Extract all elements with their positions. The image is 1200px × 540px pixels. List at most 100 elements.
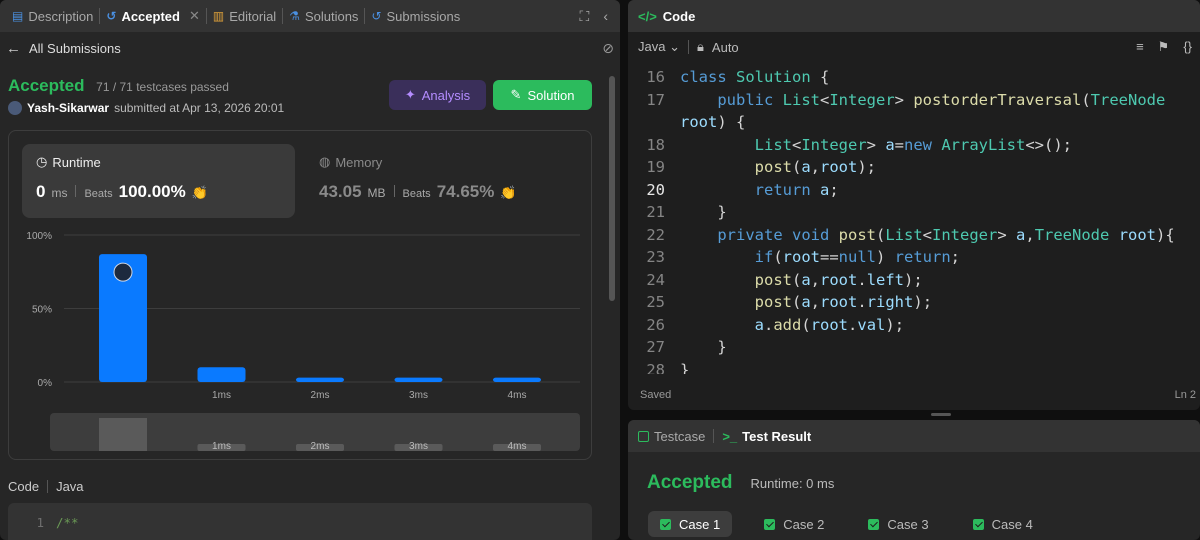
code-text: } (680, 359, 689, 375)
code-token: . (848, 315, 858, 334)
tab-code[interactable]: Code (663, 9, 696, 24)
submitted-code-preview[interactable]: 1 /** (8, 503, 592, 540)
case-tab-2[interactable]: Case 2 (752, 511, 836, 537)
case-tab-1[interactable]: Case 1 (648, 511, 733, 537)
code-token: a (885, 135, 895, 154)
code-token: <>(); (1025, 135, 1073, 154)
analysis-button[interactable]: ✦ Analysis (389, 80, 486, 110)
line-number: 25 (646, 293, 665, 311)
y-tick-label: 0% (38, 378, 53, 389)
checkbox-icon (638, 430, 649, 442)
code-tab-bar: </> Code (628, 0, 1200, 32)
runtime-value: 0 (36, 182, 46, 201)
maximize-icon[interactable]: ⛶ (580, 8, 590, 25)
divider (47, 480, 49, 493)
bar (493, 377, 541, 382)
scrollbar[interactable] (609, 76, 615, 301)
code-line: 20 return a; (628, 179, 1200, 202)
tab-test-result[interactable]: >_ Test Result (722, 429, 811, 444)
code-token: root (820, 293, 858, 311)
test-tab-bar: Testcase >_ Test Result (628, 420, 1200, 452)
cursor-position: Ln 2 (1174, 389, 1196, 401)
memory-tile[interactable]: ◍ Memory 43.05 MB Beats 74.65% 👏 (309, 144, 569, 218)
tab-submissions[interactable]: ↺ Submissions (365, 0, 466, 32)
chevron-left-icon[interactable]: ‹ (603, 8, 608, 25)
editor-toolbar: Java ⌄ 🔒︎ Auto ≡ ⚑ {} (628, 32, 1200, 62)
code-token: postorderTraversal (913, 90, 1082, 109)
language-select[interactable]: Java ⌄ (638, 39, 680, 55)
case-tab-3[interactable]: Case 3 (856, 511, 940, 537)
memory-label: ◍ Memory (319, 154, 383, 170)
code-line: 22 private void post(List<Integer> a,Tre… (628, 224, 1200, 247)
code-token: < (922, 225, 932, 244)
clock-icon: ◷ (36, 154, 48, 169)
code-text: public List<Integer> postorderTraversal(… (680, 89, 1165, 112)
tab-editorial[interactable]: ▥ Editorial (207, 0, 282, 32)
tab-solutions[interactable]: ⚗ Solutions (283, 0, 364, 32)
bar (296, 377, 344, 382)
x-tick-label: 3ms (409, 390, 428, 401)
tab-description[interactable]: ▤ Description (6, 0, 99, 32)
solution-button[interactable]: ✎ Solution (493, 80, 592, 110)
line-number: 23 (646, 248, 665, 266)
code-line: 26 a.add(root.val); (628, 314, 1200, 337)
code-token: , (1025, 225, 1035, 244)
bar (197, 367, 246, 382)
memory-row: 43.05 MB Beats 74.65% 👏 (319, 182, 559, 202)
code-token: public (717, 90, 783, 109)
code-text: if(root==null) return; (680, 246, 960, 269)
avatar[interactable] (8, 101, 22, 115)
tab-accepted[interactable]: ↺ Accepted ✕ (100, 0, 206, 32)
username-link[interactable]: Yash-Sikarwar (27, 101, 109, 115)
code-token: class (680, 68, 736, 86)
code-token: = (894, 135, 905, 154)
horizontal-drag-handle[interactable] (931, 413, 951, 416)
test-result-panel: Testcase >_ Test Result Accepted Runtime… (628, 420, 1200, 540)
code-token: Integer (932, 225, 998, 244)
code-text: a.add(root.val); (680, 314, 904, 337)
editor-actions: ≡ ⚑ {} (1136, 39, 1200, 55)
code-token: List (754, 135, 792, 154)
format-icon[interactable]: ≡ (1136, 39, 1144, 55)
panel-controls: ⛶ ‹ (580, 8, 614, 25)
code-token: a (819, 180, 830, 199)
all-submissions-link[interactable]: All Submissions (29, 41, 121, 56)
code-token: TreeNode (1090, 90, 1166, 109)
divider (393, 185, 395, 197)
case-tab-4[interactable]: Case 4 (961, 511, 1045, 537)
code-token: ; (950, 248, 961, 266)
code-token: root (820, 158, 858, 176)
code-token: a (801, 293, 811, 311)
code-text: post(a,root); (680, 156, 876, 179)
bookmark-icon[interactable]: ⚑ (1158, 39, 1170, 55)
close-icon[interactable]: ✕ (189, 8, 200, 24)
line-number: 19 (646, 158, 665, 176)
code-token: ) (876, 248, 895, 266)
runtime-row: 0 ms Beats 100.00% 👏 (36, 182, 281, 202)
code-token: Solution (736, 68, 811, 86)
code-token: if (754, 248, 774, 266)
auto-mode[interactable]: Auto (712, 40, 739, 55)
submitted-time: submitted at Apr 13, 2026 20:01 (114, 101, 285, 115)
code-token: } (680, 360, 690, 375)
runtime-tile[interactable]: ◷ Runtime 0 ms Beats 100.00% 👏 (22, 144, 295, 218)
line-number: 21 (646, 203, 665, 221)
history-icon: ↺ (106, 9, 117, 23)
code-line: 17 public List<Integer> postorderTravers… (628, 89, 1200, 112)
code-text: post(a,root.left); (680, 269, 923, 292)
code-token: val (857, 315, 886, 334)
line-number: 16 (646, 68, 665, 86)
tab-testcase[interactable]: Testcase (638, 429, 705, 444)
code-token: ( (1081, 90, 1091, 109)
line-number: 26 (646, 315, 665, 334)
code-line: 23 if(root==null) return; (628, 246, 1200, 269)
code-editor[interactable]: 16 class Solution {17 public List<Integer… (628, 66, 1200, 374)
arrow-left-icon[interactable]: ← (6, 40, 21, 57)
braces-icon[interactable]: {} (1183, 39, 1192, 55)
code-token: private void (717, 225, 839, 244)
code-icon: </> (638, 8, 657, 24)
vertical-splitter[interactable] (621, 0, 627, 540)
link-icon[interactable]: ⊘ (602, 40, 614, 57)
